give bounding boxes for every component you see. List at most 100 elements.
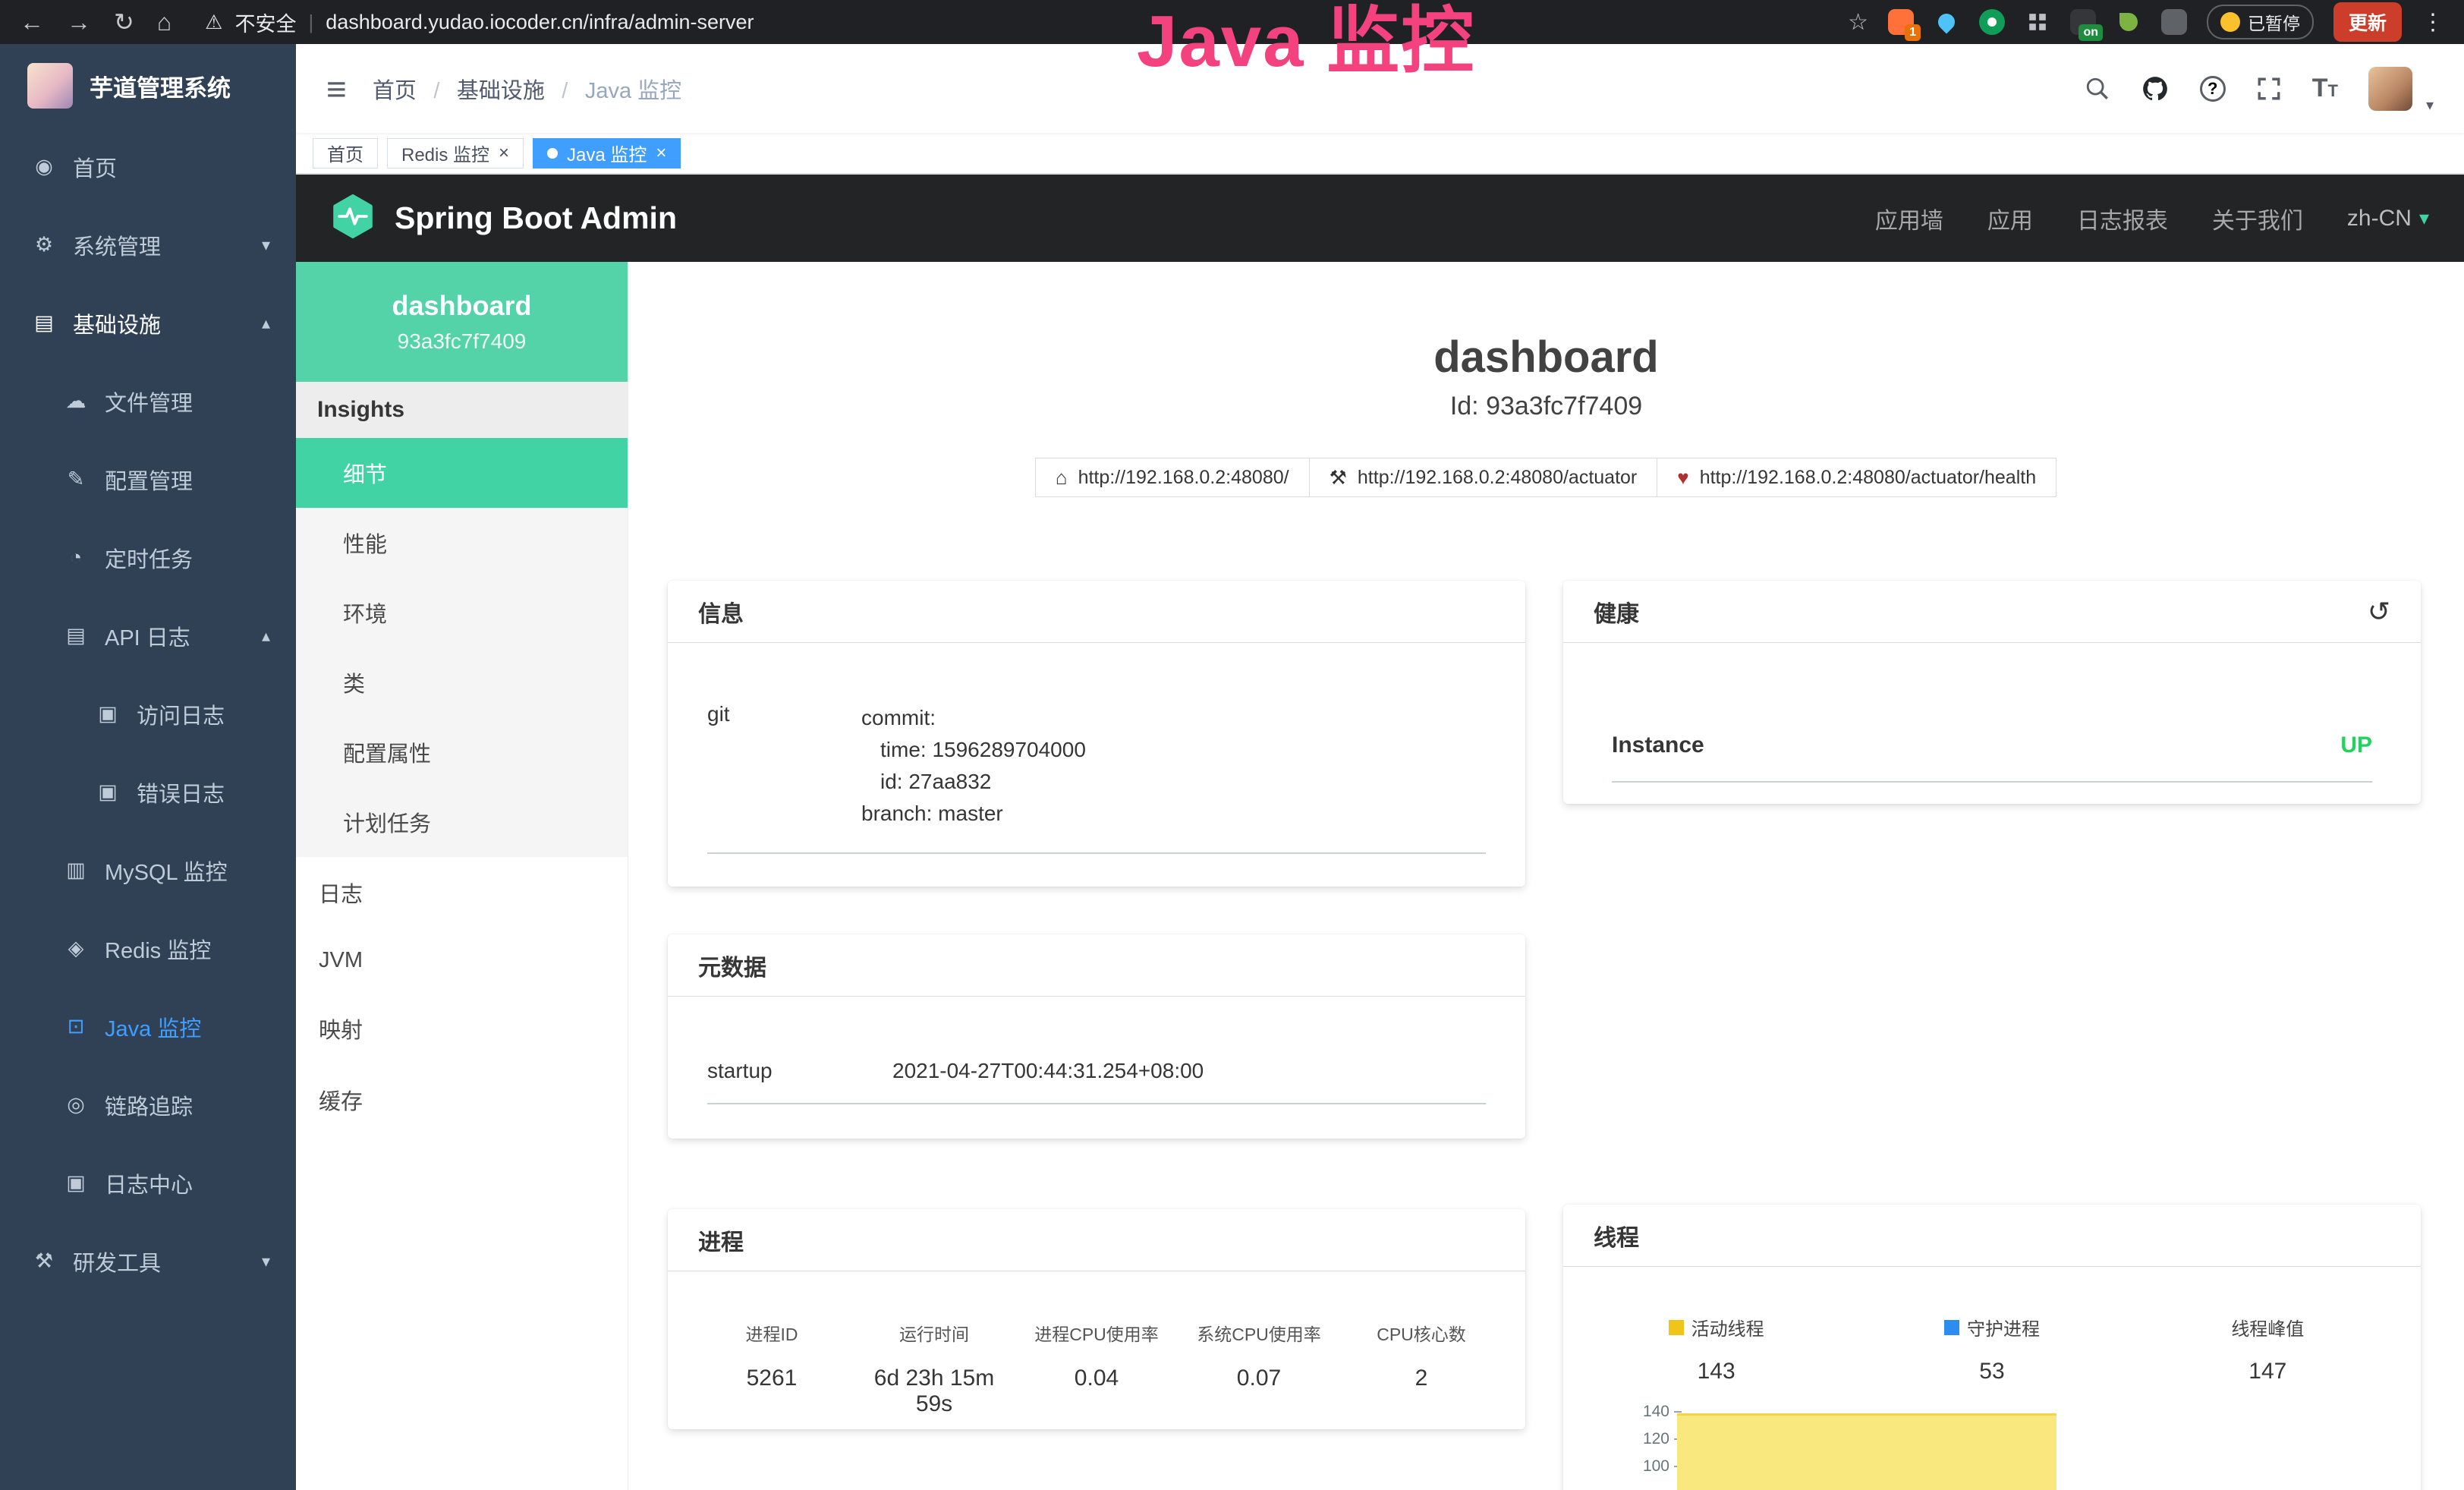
extension-icon-green-circle[interactable] <box>1979 9 2005 35</box>
app-logo[interactable]: 芋道管理系统 <box>0 44 296 128</box>
github-icon[interactable] <box>2141 74 2170 103</box>
back-icon[interactable]: ← <box>20 8 44 36</box>
sidebar-item-label: 链路追踪 <box>105 1089 193 1121</box>
sba-item-mappings[interactable]: 映射 <box>296 993 628 1064</box>
actuator-url-button[interactable]: ⚒ http://192.168.0.2:48080/actuator <box>1309 458 1658 497</box>
browser-menu-icon[interactable]: ⋮ <box>2422 9 2444 36</box>
sba-nav-applications[interactable]: 应用 <box>1987 202 2033 235</box>
sidebar-item-error-logs[interactable]: ▣ 错误日志 <box>0 753 296 831</box>
sba-nav-journal[interactable]: 日志报表 <box>2077 202 2168 235</box>
extension-icon-fox[interactable]: 1 <box>1888 9 1914 35</box>
live-threads-value: 143 <box>1578 1359 1854 1384</box>
sidebar-item-system-mgmt[interactable]: ⚙ 系统管理 ▾ <box>0 206 296 284</box>
sba-item-caches[interactable]: 缓存 <box>296 1064 628 1136</box>
breadcrumb-infra[interactable]: 基础设施 <box>457 79 545 103</box>
instance-header[interactable]: dashboard 93a3fc7f7409 <box>296 262 628 382</box>
instance-id: 93a3fc7f7409 <box>398 329 527 354</box>
tab-redis-monitor[interactable]: Redis 监控 × <box>387 138 524 169</box>
user-avatar[interactable] <box>2368 67 2412 111</box>
home-icon[interactable]: ⌂ <box>157 8 172 36</box>
service-url: http://192.168.0.2:48080/ <box>1078 467 1289 489</box>
sidebar-item-access-logs[interactable]: ▣ 访问日志 <box>0 675 296 753</box>
extensions-puzzle-icon[interactable] <box>2161 9 2187 35</box>
page-subtitle: Id: 93a3fc7f7409 <box>628 392 2464 421</box>
sba-item-details[interactable]: 细节 <box>296 438 628 508</box>
sidebar-item-java-monitor[interactable]: ⊡ Java 监控 <box>0 988 296 1066</box>
hamburger-icon[interactable]: ≡ <box>326 68 347 109</box>
avatar-caret-icon[interactable]: ▾ <box>2426 96 2434 115</box>
sba-item-logs[interactable]: 日志 <box>296 857 628 928</box>
sidebar-item-infrastructure[interactable]: ▤ 基础设施 ▴ <box>0 284 296 362</box>
sidebar-item-label: 首页 <box>73 151 117 183</box>
sidebar-item-label: 系统管理 <box>73 229 161 261</box>
sba-brand[interactable]: Spring Boot Admin <box>395 200 677 236</box>
extension-icon-on-switch[interactable]: on <box>2070 9 2096 35</box>
monitor-icon: ▤ <box>30 311 58 335</box>
sba-item-metrics[interactable]: 性能 <box>296 508 628 578</box>
tab-label: Redis 监控 <box>401 140 489 166</box>
font-size-icon[interactable]: TT <box>2312 74 2338 103</box>
threads-chart: 140 120 100 <box>1563 1403 2421 1490</box>
sidebar-item-log-center[interactable]: ▣ 日志中心 <box>0 1144 296 1222</box>
sba-item-scheduled-tasks[interactable]: 计划任务 <box>296 787 628 857</box>
document-icon: ▣ <box>94 780 121 804</box>
service-url-button[interactable]: ⌂ http://192.168.0.2:48080/ <box>1035 458 1310 497</box>
extension-icon-leaf[interactable] <box>2116 9 2141 35</box>
layers-icon: ◈ <box>62 937 90 960</box>
document-icon: ▣ <box>94 702 121 726</box>
tab-home[interactable]: 首页 <box>313 138 378 169</box>
sba-nav-about[interactable]: 关于我们 <box>2212 202 2303 235</box>
chevron-up-icon: ▴ <box>262 626 270 646</box>
extension-icon-drop[interactable] <box>1934 9 1959 35</box>
heart-icon: ♥ <box>1677 466 1688 490</box>
extension-icon-grid[interactable] <box>2025 9 2050 35</box>
threads-card-title: 线程 <box>1563 1205 2421 1267</box>
sidebar-item-home[interactable]: ◉ 首页 <box>0 128 296 206</box>
bookmark-star-icon[interactable]: ☆ <box>1848 9 1868 36</box>
address-bar[interactable]: ⚠ 不安全 | dashboard.yudao.iocoder.cn/infra… <box>205 8 754 37</box>
sidebar-item-tracing[interactable]: ◎ 链路追踪 <box>0 1066 296 1144</box>
legend-live-threads[interactable]: 活动线程 <box>1578 1314 1854 1340</box>
search-icon[interactable] <box>2085 76 2110 102</box>
help-icon[interactable]: ? <box>2200 76 2226 102</box>
sidebar-item-label: 错误日志 <box>137 777 225 808</box>
close-icon[interactable]: × <box>656 143 666 164</box>
tab-java-monitor[interactable]: Java 监控 × <box>533 138 681 169</box>
legend-daemon-threads[interactable]: 守护进程 <box>1854 1314 2129 1340</box>
fullscreen-icon[interactable] <box>2256 76 2282 102</box>
sidebar-item-label: 文件管理 <box>105 386 193 417</box>
update-button[interactable]: 更新 <box>2333 2 2402 42</box>
sba-item-environment[interactable]: 环境 <box>296 578 628 647</box>
breadcrumb-home[interactable]: 首页 <box>373 79 417 103</box>
insights-group: 细节 性能 环境 类 配置属性 计划任务 <box>296 438 628 857</box>
locale-value: zh-CN <box>2347 206 2412 232</box>
sba-nav-wallboard[interactable]: 应用墙 <box>1875 202 1943 235</box>
security-label[interactable]: 不安全 <box>234 8 296 37</box>
sidebar-item-mysql-monitor[interactable]: ▥ MySQL 监控 <box>0 831 296 909</box>
sba-item-jvm[interactable]: JVM <box>296 928 628 993</box>
sba-item-classes[interactable]: 类 <box>296 647 628 717</box>
sba-item-config-props[interactable]: 配置属性 <box>296 717 628 787</box>
table-row[interactable]: Instance UP <box>1612 643 2372 783</box>
table-row: git commit: time: 1596289704000 id: 27aa… <box>707 643 1486 854</box>
sidebar-item-label: 研发工具 <box>73 1246 161 1277</box>
sidebar-item-dev-tools[interactable]: ⚒ 研发工具 ▾ <box>0 1222 296 1300</box>
sidebar-item-file-mgmt[interactable]: ☁ 文件管理 <box>0 362 296 440</box>
forward-icon[interactable]: → <box>67 8 91 36</box>
url-text[interactable]: dashboard.yudao.iocoder.cn/infra/admin-s… <box>326 11 754 34</box>
close-icon[interactable]: × <box>499 143 509 164</box>
health-url-button[interactable]: ♥ http://192.168.0.2:48080/actuator/heal… <box>1657 458 2056 497</box>
info-table: git commit: time: 1596289704000 id: 27aa… <box>707 643 1486 854</box>
sidebar-item-redis-monitor[interactable]: ◈ Redis 监控 <box>0 909 296 988</box>
reload-icon[interactable]: ↻ <box>114 8 134 36</box>
paused-chip[interactable]: 已暂停 <box>2207 5 2314 39</box>
sidebar-section-insights[interactable]: Insights <box>296 382 628 438</box>
cards-grid: 信息 git commit: time: 1596289704000 id: 2… <box>628 581 2464 1490</box>
chevron-down-icon: ▾ <box>262 1252 270 1271</box>
sidebar-item-api-logs[interactable]: ▤ API 日志 ▴ <box>0 597 296 675</box>
locale-select[interactable]: zh-CN ▾ <box>2347 206 2429 232</box>
process-pid: 5261 <box>691 1366 853 1417</box>
sidebar-item-config-mgmt[interactable]: ✎ 配置管理 <box>0 440 296 518</box>
sidebar-item-scheduled-jobs[interactable]: ◔ 定时任务 <box>0 518 296 597</box>
history-icon[interactable]: ↺ <box>2368 596 2390 628</box>
